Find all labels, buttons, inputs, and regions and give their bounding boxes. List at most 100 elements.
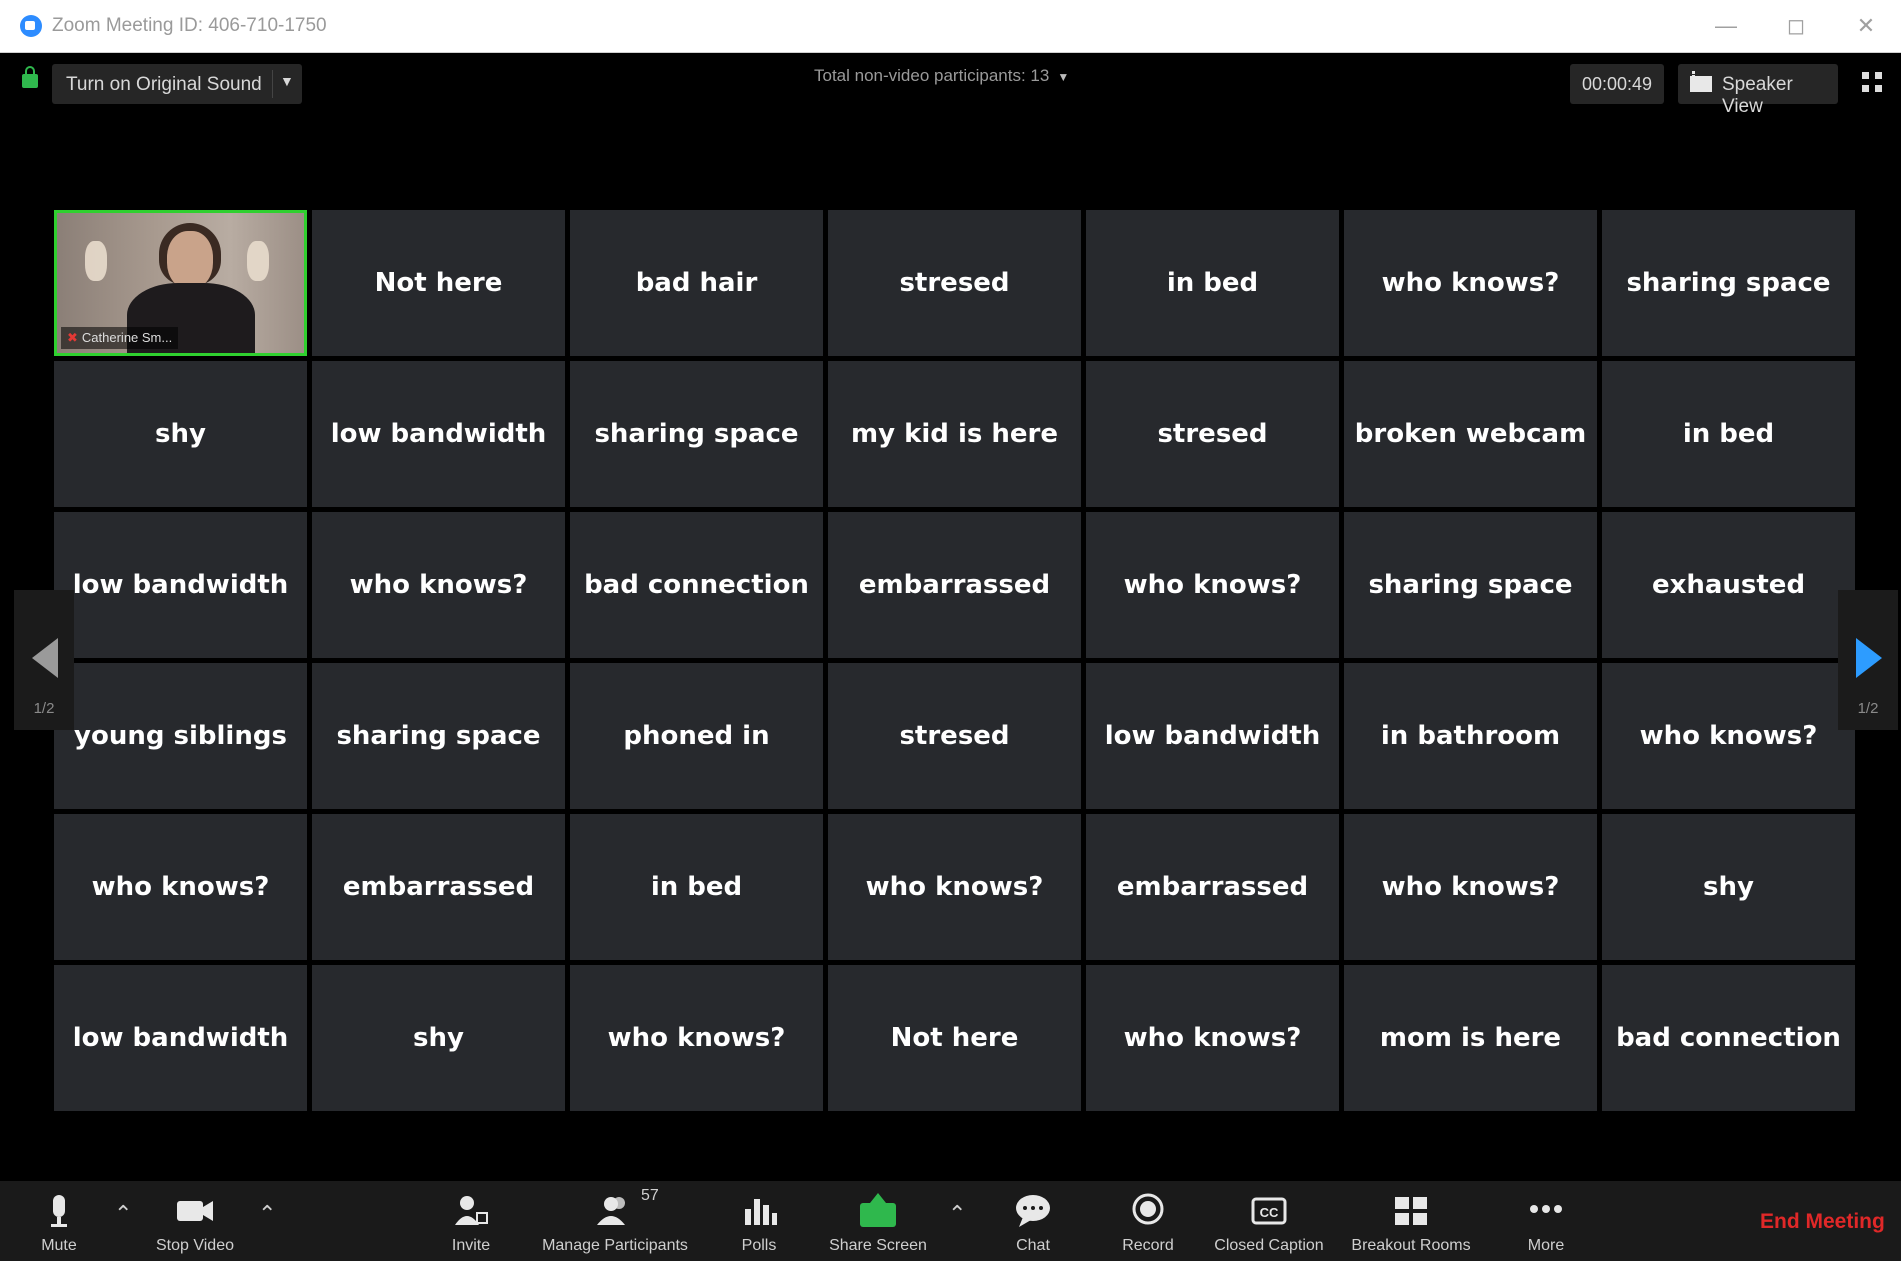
participant-tile[interactable]: sharing space [1344, 512, 1597, 658]
polls-button[interactable]: Polls [728, 1181, 790, 1261]
divider [272, 70, 273, 98]
participant-tile[interactable]: who knows? [1086, 512, 1339, 658]
microphone-icon [51, 1195, 67, 1227]
invite-button[interactable]: Invite [440, 1181, 502, 1261]
participant-tile[interactable]: in bathroom [1344, 663, 1597, 809]
participant-tile[interactable]: embarrassed [828, 512, 1081, 658]
speaker-view-icon [1690, 71, 1712, 92]
closed-caption-button[interactable]: CC Closed Caption [1206, 1181, 1332, 1261]
participant-tile[interactable]: in bed [1086, 210, 1339, 356]
participant-tile[interactable]: who knows? [1086, 965, 1339, 1111]
closed-caption-icon: CC [1251, 1197, 1287, 1225]
original-sound-label: Turn on Original Sound [66, 74, 262, 95]
participant-tile[interactable]: sharing space [570, 361, 823, 507]
participant-tile[interactable]: my kid is here [828, 361, 1081, 507]
more-dots-icon [1530, 1205, 1562, 1213]
participant-tile[interactable]: Not here [828, 965, 1081, 1111]
chat-bubble-icon [1016, 1195, 1050, 1227]
manage-participants-button[interactable]: 57 Manage Participants [525, 1181, 705, 1261]
participant-tile[interactable]: shy [1602, 814, 1855, 960]
participant-tile[interactable]: low bandwidth [1086, 663, 1339, 809]
stop-video-label: Stop Video [156, 1237, 234, 1254]
participant-face [167, 231, 213, 289]
page-indicator-right: 1/2 [1857, 700, 1879, 717]
participant-tile[interactable]: who knows? [1344, 210, 1597, 356]
non-video-participants-label: Total non-video participants: 13 [814, 66, 1050, 85]
participant-tile[interactable]: who knows? [312, 512, 565, 658]
participant-tile[interactable]: stresed [828, 210, 1081, 356]
next-page-button[interactable]: 1/2 [1838, 590, 1898, 730]
minimize-icon[interactable]: — [1706, 8, 1746, 44]
zoom-logo-icon [20, 15, 42, 37]
arrow-left-icon [32, 638, 58, 678]
participant-tile[interactable]: broken webcam [1344, 361, 1597, 507]
mute-button[interactable]: Mute [28, 1181, 90, 1261]
participant-tile[interactable]: low bandwidth [54, 965, 307, 1111]
arrow-right-icon [1856, 638, 1882, 678]
participant-tile[interactable]: embarrassed [312, 814, 565, 960]
more-label: More [1527, 1237, 1565, 1254]
previous-page-button[interactable]: 1/2 [14, 590, 74, 730]
meeting-toolbar: Mute ⌃ Stop Video ⌃ Invite 57 Manage Par… [0, 1181, 1901, 1261]
chevron-down-icon[interactable]: ▼ [280, 73, 294, 89]
participant-tile[interactable]: in bed [1602, 361, 1855, 507]
gallery-grid: ✖ Catherine Sm... Not here bad hair stres… [54, 210, 1857, 1113]
participant-tile[interactable]: who knows? [54, 814, 307, 960]
fullscreen-icon[interactable] [1862, 72, 1882, 92]
breakout-rooms-button[interactable]: Breakout Rooms [1338, 1181, 1484, 1261]
participant-tile[interactable]: Not here [312, 210, 565, 356]
original-sound-button[interactable]: Turn on Original Sound ▼ [52, 64, 302, 104]
muted-mic-icon: ✖ [67, 330, 78, 345]
audio-options-caret-icon[interactable]: ⌃ [114, 1201, 132, 1227]
close-icon[interactable]: ✕ [1846, 8, 1886, 44]
more-button[interactable]: More [1514, 1181, 1578, 1261]
breakout-rooms-icon [1395, 1197, 1427, 1225]
share-screen-label: Share Screen [829, 1237, 927, 1254]
video-options-caret-icon[interactable]: ⌃ [258, 1201, 276, 1227]
manage-participants-label: Manage Participants [542, 1237, 688, 1254]
record-label: Record [1122, 1237, 1174, 1254]
record-button[interactable]: Record [1116, 1181, 1180, 1261]
participant-tile[interactable]: low bandwidth [312, 361, 565, 507]
participant-tile[interactable]: sharing space [1602, 210, 1855, 356]
participant-tile[interactable]: young siblings [54, 663, 307, 809]
window-titlebar: Zoom Meeting ID: 406-710-1750 — ◻ ✕ [0, 0, 1901, 53]
participant-tile[interactable]: phoned in [570, 663, 823, 809]
add-person-icon [455, 1196, 488, 1225]
participant-tile[interactable]: bad hair [570, 210, 823, 356]
active-speaker-video-tile[interactable]: ✖ Catherine Sm... [54, 210, 307, 356]
invite-label: Invite [451, 1237, 491, 1254]
participant-tile[interactable]: exhausted [1602, 512, 1855, 658]
non-video-participants-toggle[interactable]: Total non-video participants: 13 ▼ [814, 66, 1069, 86]
encryption-lock-icon[interactable] [22, 66, 38, 88]
chevron-down-icon: ▼ [1057, 70, 1070, 84]
speaker-view-button[interactable]: Speaker View [1678, 64, 1838, 117]
participant-tile[interactable]: shy [54, 361, 307, 507]
participant-nametag: ✖ Catherine Sm... [61, 327, 179, 349]
participant-tile[interactable]: embarrassed [1086, 814, 1339, 960]
participant-tile[interactable]: mom is here [1344, 965, 1597, 1111]
participant-tile[interactable]: stresed [1086, 361, 1339, 507]
participant-tile[interactable]: who knows? [828, 814, 1081, 960]
participant-tile[interactable]: who knows? [570, 965, 823, 1111]
participant-tile[interactable]: shy [312, 965, 565, 1111]
participant-tile[interactable]: in bed [570, 814, 823, 960]
svg-text:CC: CC [1260, 1205, 1279, 1220]
participant-tile[interactable]: who knows? [1344, 814, 1597, 960]
meeting-timer: 00:00:49 [1570, 64, 1664, 104]
share-screen-button[interactable]: Share Screen [818, 1181, 938, 1261]
participant-tile[interactable]: who knows? [1602, 663, 1855, 809]
polls-label: Polls [741, 1237, 777, 1254]
participant-tile[interactable]: sharing space [312, 663, 565, 809]
participant-tile[interactable]: bad connection [1602, 965, 1855, 1111]
end-meeting-button[interactable]: End Meeting [1760, 1210, 1885, 1234]
share-options-caret-icon[interactable]: ⌃ [948, 1201, 966, 1227]
chat-button[interactable]: Chat [1002, 1181, 1064, 1261]
participant-tile[interactable]: bad connection [570, 512, 823, 658]
maximize-icon[interactable]: ◻ [1776, 8, 1816, 44]
participants-icon [597, 1197, 625, 1225]
closed-caption-label: Closed Caption [1214, 1237, 1324, 1254]
participant-tile[interactable]: low bandwidth [54, 512, 307, 658]
participant-tile[interactable]: stresed [828, 663, 1081, 809]
stop-video-button[interactable]: Stop Video [140, 1181, 250, 1261]
